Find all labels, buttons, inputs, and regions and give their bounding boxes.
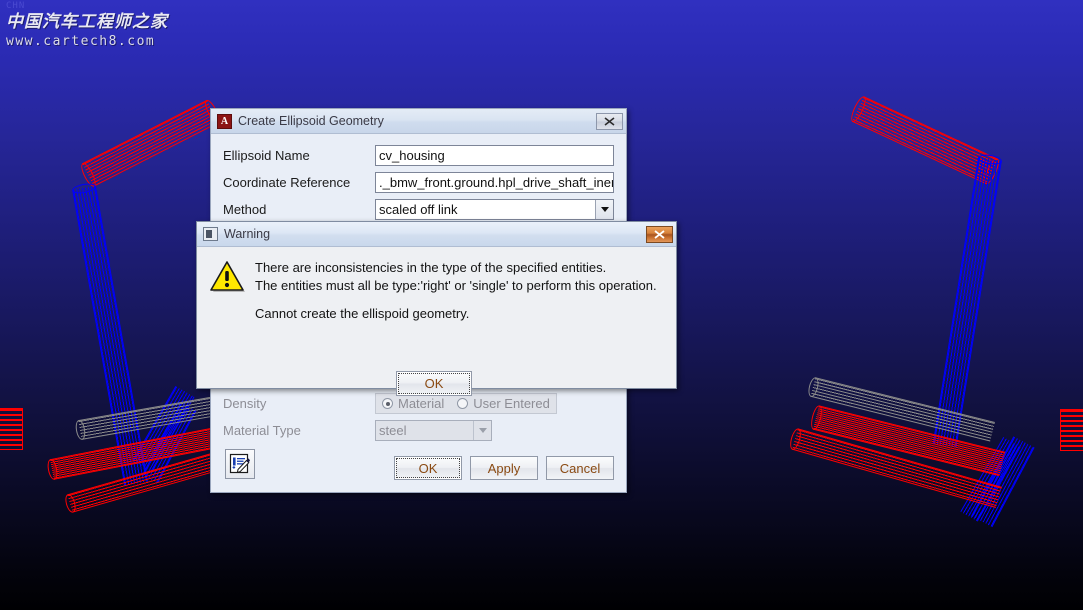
geometry-strut-left — [71, 181, 148, 486]
warning-message-line-1: There are inconsistencies in the type of… — [255, 260, 607, 275]
label-ellipsoid-name: Ellipsoid Name — [223, 148, 310, 163]
close-icon[interactable] — [596, 112, 623, 130]
label-method: Method — [223, 202, 267, 217]
adams-app-icon: A — [217, 113, 232, 129]
warning-body: There are inconsistencies in the type of… — [197, 247, 676, 396]
label-density: Density — [223, 396, 267, 411]
geometry-patch-left — [0, 408, 23, 450]
combo-material-type[interactable]: steel — [375, 420, 492, 441]
radio-label-material: Material — [398, 396, 445, 411]
cancel-button-label: Cancel — [559, 460, 601, 476]
watermark: CHN 中国汽车工程师之家 www.cartech8.com — [6, 2, 186, 51]
endcap-icon — [63, 492, 78, 514]
radio-dot-icon — [382, 398, 393, 409]
geometry-patch-right — [1060, 409, 1083, 451]
endcap-icon — [788, 427, 803, 451]
ok-button-label: OK — [418, 460, 438, 476]
combo-method-value: scaled off link — [379, 202, 458, 217]
watermark-chinese-text: 中国汽车工程师之家 — [6, 12, 168, 32]
pencil-edit-icon-button[interactable] — [225, 449, 255, 479]
geometry-link-upper-left — [78, 98, 223, 189]
endcap-icon — [809, 404, 824, 431]
pencil-edit-icon — [229, 453, 250, 474]
combo-material-type-value: steel — [379, 423, 407, 438]
warning-title: Warning — [224, 227, 271, 241]
field-row-material-type: Material Type steel — [211, 417, 626, 444]
input-ellipsoid-name[interactable]: cv_housing — [375, 145, 614, 166]
close-icon[interactable] — [646, 225, 673, 243]
warning-message-line-2: The entities must all be type:'right' or… — [255, 278, 657, 293]
watermark-top-fragment: CHN — [6, 1, 26, 11]
apply-button[interactable]: Apply — [470, 456, 538, 480]
watermark-url: www.cartech8.com — [6, 34, 156, 49]
field-row-method: Method scaled off link — [211, 196, 626, 223]
dialog-title: Create Ellipsoid Geometry — [238, 114, 384, 128]
warning-message: There are inconsistencies in the type of… — [255, 259, 666, 323]
radio-label-user-entered: User Entered — [473, 396, 550, 411]
radio-density-material[interactable]: Material — [382, 396, 444, 411]
endcap-icon — [46, 458, 59, 481]
warning-dialog[interactable]: Warning There are inconsistencies in the… — [196, 221, 677, 396]
combo-method[interactable]: scaled off link — [375, 199, 614, 220]
window-icon — [203, 227, 218, 241]
input-coordinate-reference[interactable]: ._bmw_front.ground.hpl_drive_shaft_iner — [375, 172, 614, 193]
dialog-button-bar: OK Apply Cancel — [394, 456, 614, 480]
warning-titlebar[interactable]: Warning — [197, 222, 676, 247]
chevron-down-icon[interactable] — [595, 200, 613, 219]
warning-ok-label: OK — [424, 376, 444, 391]
field-row-ellipsoid-name: Ellipsoid Name cv_housing — [211, 142, 626, 169]
warning-message-line-3: Cannot create the ellispoid geometry. — [255, 306, 470, 321]
chevron-down-icon[interactable] — [473, 421, 491, 440]
ok-button[interactable]: OK — [394, 456, 462, 480]
radio-density-user-entered[interactable]: User Entered — [457, 396, 550, 411]
endcap-icon — [74, 419, 87, 441]
dialog-titlebar[interactable]: A Create Ellipsoid Geometry — [211, 109, 626, 134]
radio-group-density[interactable]: Material User Entered — [375, 393, 557, 414]
apply-button-label: Apply — [487, 460, 521, 476]
label-coordinate-reference: Coordinate Reference — [223, 175, 351, 190]
label-material-type: Material Type — [223, 423, 301, 438]
endcap-icon — [71, 181, 97, 196]
endcap-icon — [848, 94, 869, 124]
geometry-strut-right — [932, 153, 1003, 448]
cancel-button[interactable]: Cancel — [546, 456, 614, 480]
endcap-icon — [806, 376, 821, 398]
field-row-coordinate-reference: Coordinate Reference ._bmw_front.ground.… — [211, 169, 626, 196]
endcap-icon — [977, 153, 1003, 166]
warning-ok-button[interactable]: OK — [396, 371, 472, 396]
radio-dot-icon — [457, 398, 469, 409]
warning-triangle-icon — [210, 261, 245, 292]
